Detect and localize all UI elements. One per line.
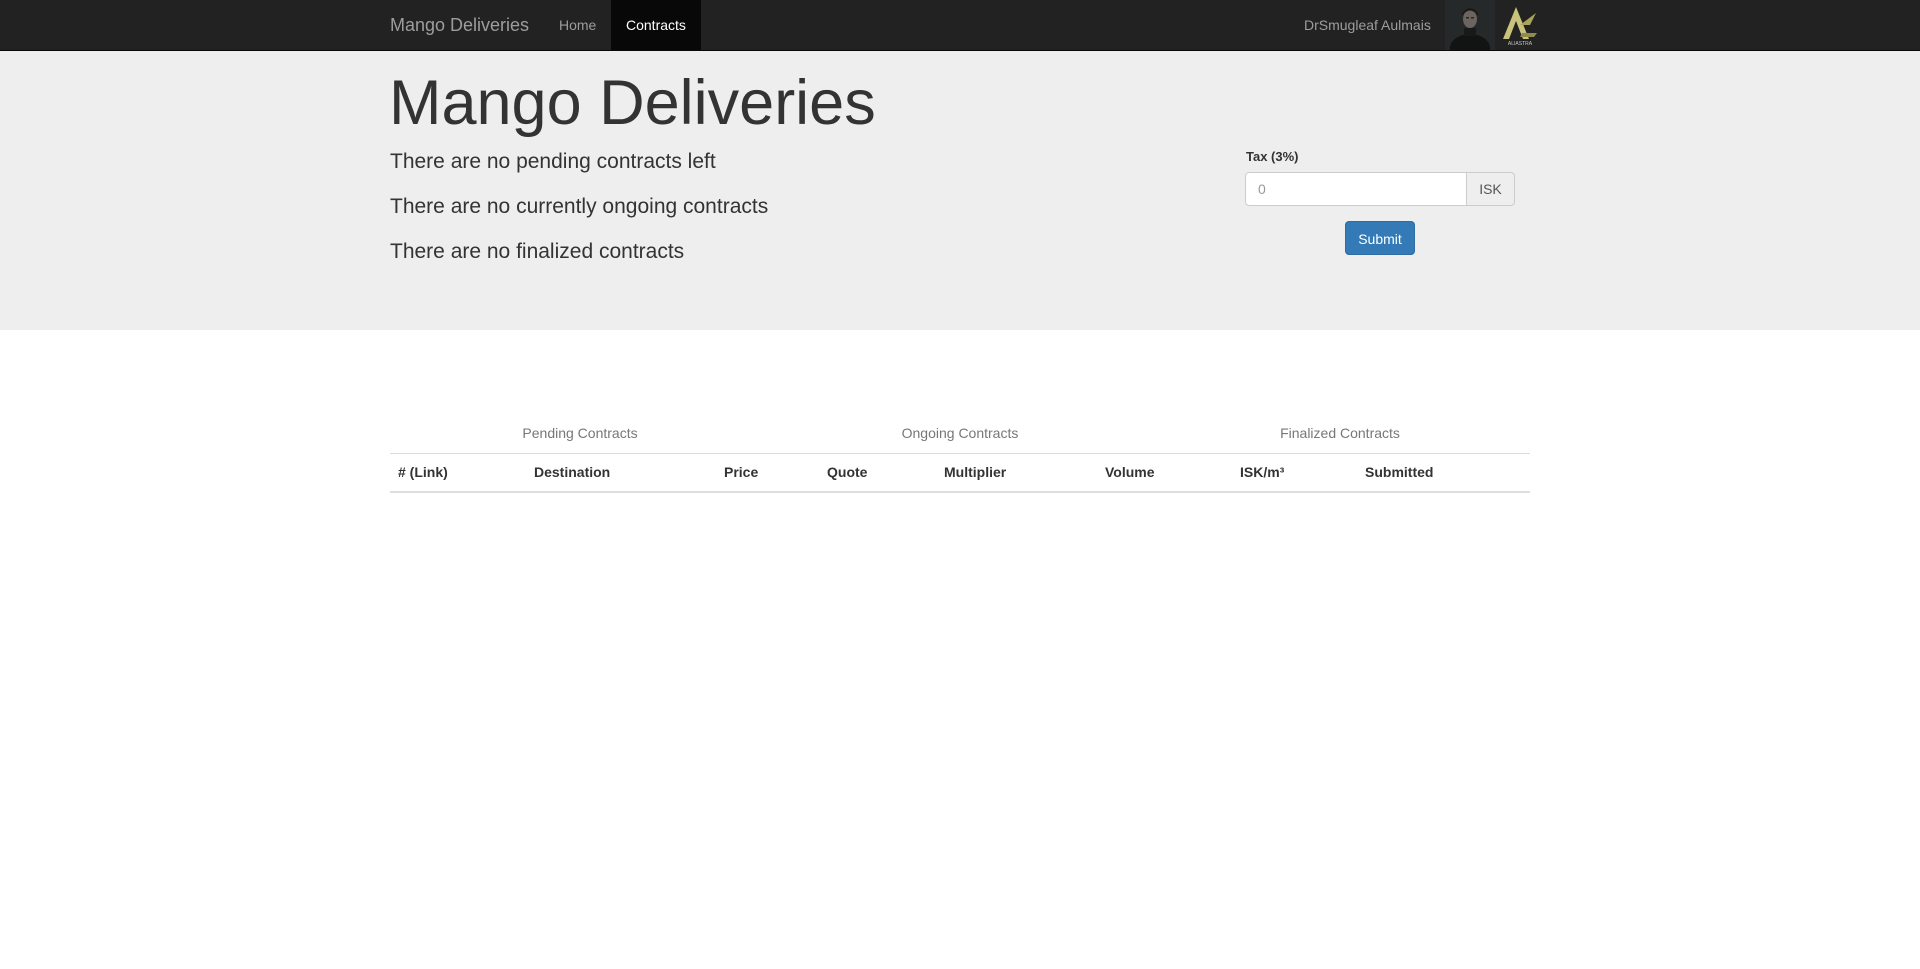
user-avatar[interactable]: [1445, 0, 1495, 50]
column-header-price[interactable]: Price: [716, 453, 819, 493]
column-header-submitted[interactable]: Submitted: [1357, 453, 1530, 493]
column-header-multiplier[interactable]: Multiplier: [936, 453, 1097, 493]
tax-currency-addon: ISK: [1466, 172, 1515, 206]
column-header-link[interactable]: # (Link): [390, 453, 526, 493]
column-header-destination[interactable]: Destination: [526, 453, 716, 493]
ongoing-status-text: There are no currently ongoing contracts: [390, 195, 769, 218]
pending-status-text: There are no pending contracts left: [390, 150, 716, 173]
tax-label: Tax (3%): [1246, 149, 1299, 164]
contracts-table: # (Link) Destination Price Quote Multipl…: [390, 453, 1530, 493]
tab-ongoing-contracts[interactable]: Ongoing Contracts: [770, 417, 1150, 453]
column-header-volume[interactable]: Volume: [1097, 453, 1232, 493]
nav-link-home[interactable]: Home: [544, 0, 611, 50]
nav-link-contracts[interactable]: Contracts: [611, 0, 701, 50]
tab-pending-contracts[interactable]: Pending Contracts: [390, 417, 770, 453]
table-header-row: # (Link) Destination Price Quote Multipl…: [390, 453, 1530, 493]
user-name[interactable]: DrSmugleaf Aulmais: [1304, 0, 1431, 50]
aliastra-logo-icon: ALIASTRA: [1503, 7, 1537, 47]
finalized-status-text: There are no finalized contracts: [390, 240, 685, 263]
corp-logo[interactable]: ALIASTRA: [1500, 3, 1540, 47]
tax-input[interactable]: [1245, 172, 1467, 206]
table-header: # (Link) Destination Price Quote Multipl…: [390, 453, 1530, 493]
column-header-quote[interactable]: Quote: [819, 453, 936, 493]
navbar-brand[interactable]: Mango Deliveries: [390, 0, 529, 50]
corp-logo-wordmark: ALIASTRA: [1508, 41, 1533, 47]
tab-finalized-contracts[interactable]: Finalized Contracts: [1150, 417, 1530, 453]
top-navbar: Mango Deliveries Home Contracts DrSmugle…: [0, 0, 1920, 51]
contract-tabs: Pending Contracts Ongoing Contracts Fina…: [390, 417, 1530, 453]
jumbotron: Mango Deliveries There are no pending co…: [0, 51, 1920, 330]
submit-button[interactable]: Submit: [1345, 221, 1415, 255]
page-title: Mango Deliveries: [389, 68, 876, 138]
column-header-isk-per-m3[interactable]: ISK/m³: [1232, 453, 1357, 493]
user-portrait-icon: [1445, 0, 1495, 50]
